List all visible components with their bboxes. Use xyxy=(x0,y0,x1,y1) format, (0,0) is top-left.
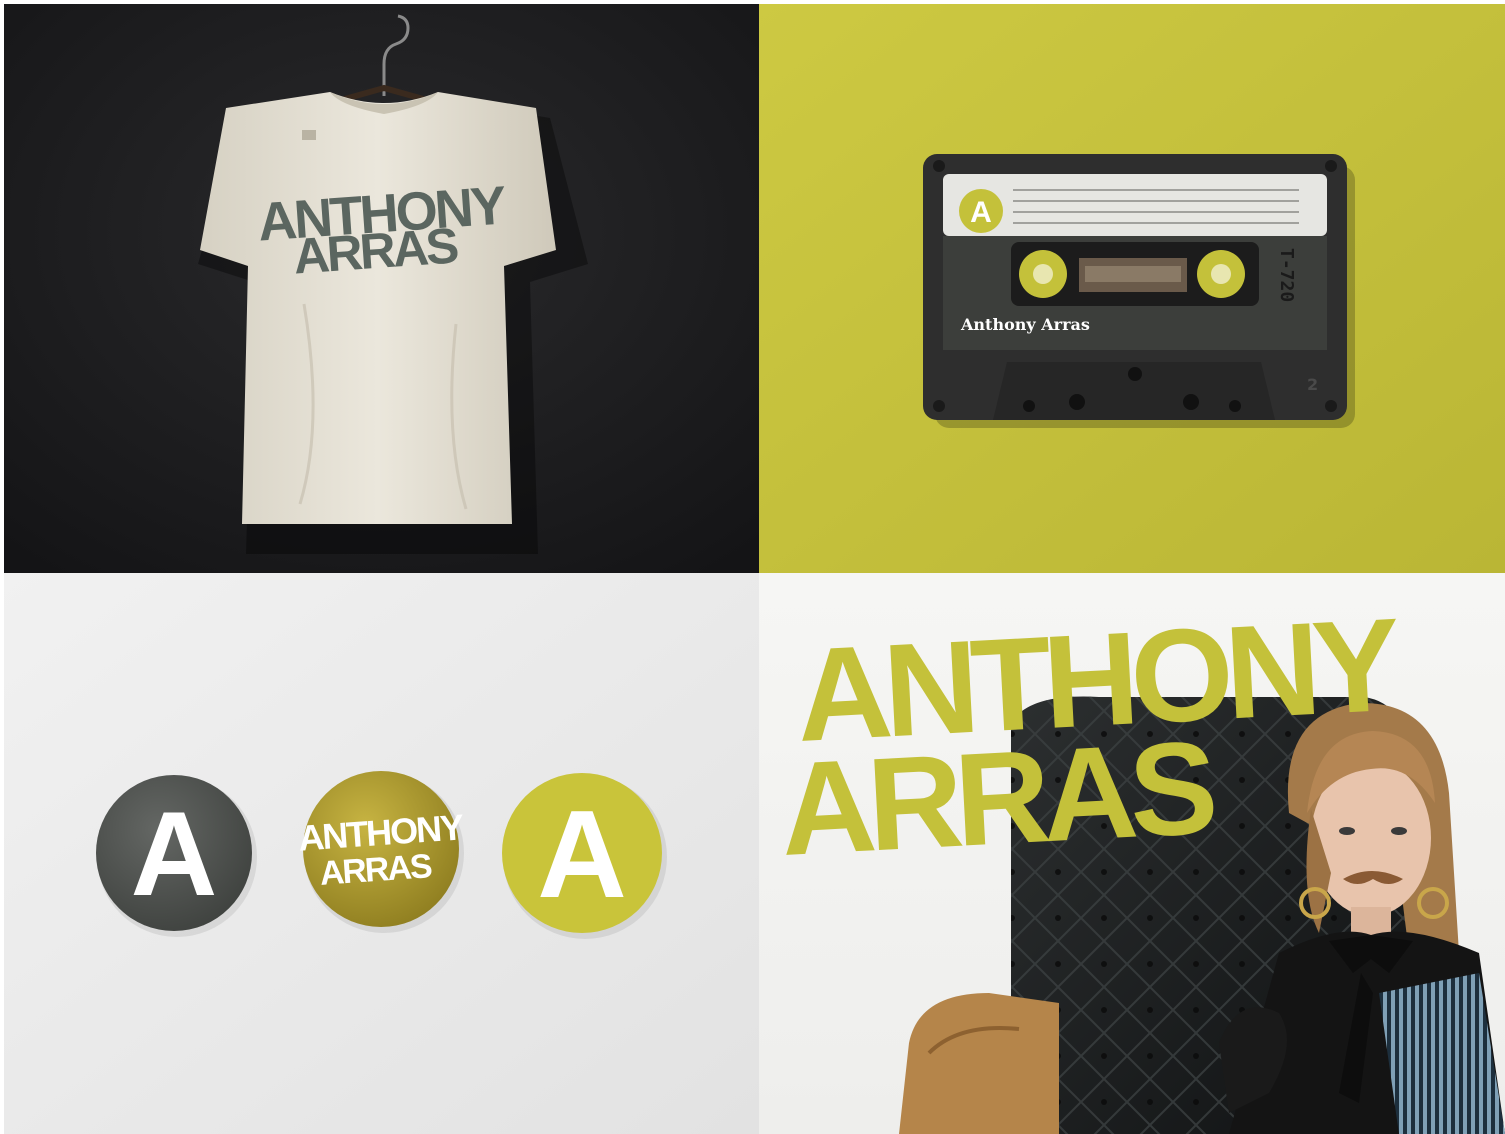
cassette-artist-label: Anthony Arras xyxy=(960,315,1090,334)
svg-text:ARRAS: ARRAS xyxy=(777,714,1216,883)
cassette-illustration: A Anthony Arras T-720 2 xyxy=(759,4,1505,573)
svg-text:A: A xyxy=(970,196,992,229)
cassette-tape-code: T-720 xyxy=(1276,248,1297,302)
stickers-illustration: A ANTHONY ARRAS A xyxy=(4,573,759,1134)
svg-text:A: A xyxy=(131,787,218,921)
svg-text:ARRAS: ARRAS xyxy=(319,847,434,893)
svg-text:A: A xyxy=(537,786,627,924)
tshirt-body xyxy=(200,92,556,524)
cassette-mockup-panel: A Anthony Arras T-720 2 xyxy=(759,4,1505,573)
svg-text:ARRAS: ARRAS xyxy=(292,217,460,284)
artist-photo-panel: ANTHONY ARRAS xyxy=(759,573,1505,1134)
stickers-mockup-panel: A ANTHONY ARRAS A xyxy=(4,573,759,1134)
tshirt-mockup-panel: ANTHONY ARRAS xyxy=(4,4,759,573)
artist-photo-illustration: ANTHONY ARRAS xyxy=(759,573,1505,1134)
tshirt-illustration: ANTHONY ARRAS xyxy=(4,4,759,573)
cassette-side-label: 2 xyxy=(1307,375,1318,394)
